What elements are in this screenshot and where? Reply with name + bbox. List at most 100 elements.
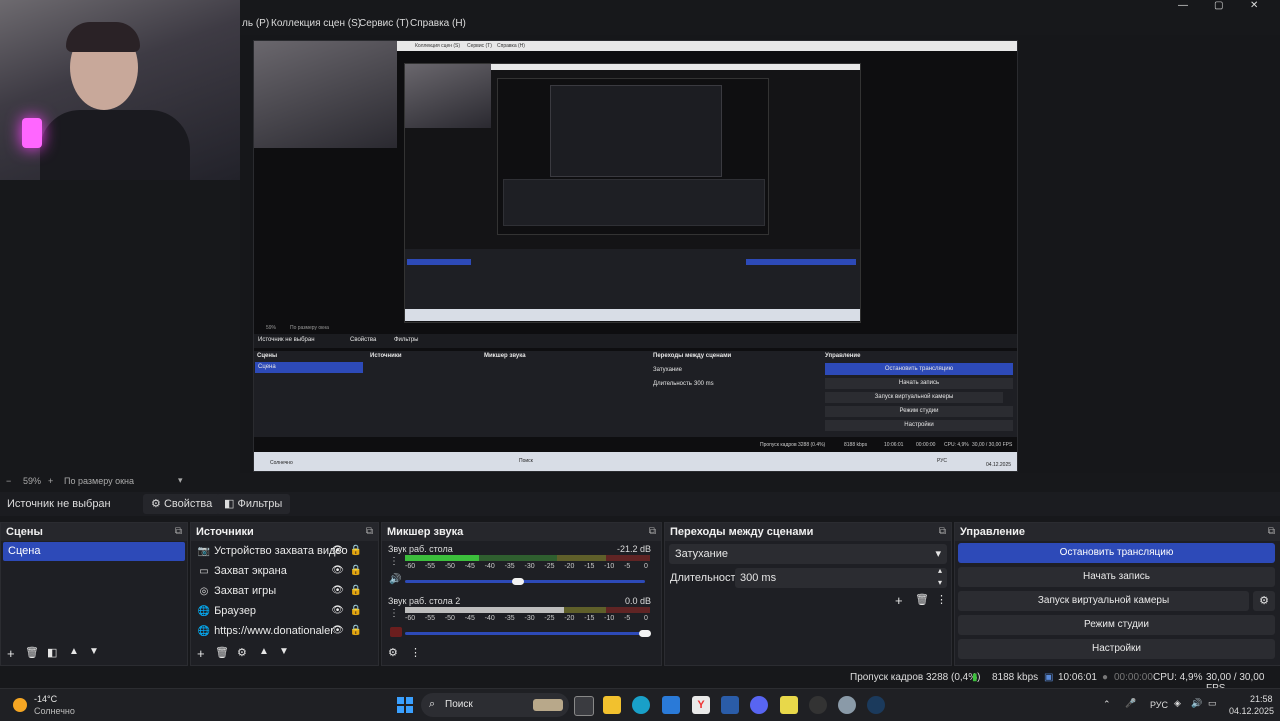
close-button[interactable]: ✕ [1250, 0, 1258, 11]
nested-fade: Затухание [653, 367, 682, 373]
dock-pin-icon[interactable]: ⧉ [1268, 523, 1275, 541]
clock-date[interactable]: 04.12.2025 [1229, 706, 1274, 716]
menu-partial[interactable]: ль (Р) [242, 18, 269, 29]
lock-icon[interactable]: 🔒 [350, 561, 362, 581]
recursive-webcam [405, 64, 491, 128]
filters-button[interactable]: ◧ Фильтры [216, 494, 291, 514]
kebab-menu-icon[interactable]: ⋮ [389, 556, 399, 567]
steam-icon[interactable] [867, 696, 885, 714]
app-icon[interactable] [721, 696, 739, 714]
menu-scene-collection[interactable]: Коллекция сцен (S) [271, 18, 361, 29]
nested-sources-title: Источники [370, 353, 402, 359]
chevron-down-icon[interactable]: ▼ [89, 646, 99, 657]
menu-help[interactable]: Справка (H) [410, 18, 466, 29]
volume-fader[interactable] [405, 632, 645, 635]
file-explorer-icon[interactable] [603, 696, 621, 714]
source-item[interactable]: ◎ Захват игры 👁 🔒 [197, 581, 366, 601]
network-icon[interactable]: ◈ [1174, 698, 1181, 709]
source-item[interactable]: 📷 Устройство захвата видео 👁 🔒 [197, 541, 366, 561]
store-icon[interactable] [662, 696, 680, 714]
volume-icon[interactable]: 🔊 [1191, 698, 1202, 709]
volume-knob[interactable] [639, 630, 651, 637]
settings-button[interactable]: Настройки [958, 639, 1275, 659]
meter-tick-label: 0 [644, 563, 648, 570]
weather-temp[interactable]: -14°C [34, 694, 57, 704]
add-scene-icon[interactable]: + [7, 646, 15, 661]
windows-start-icon[interactable] [397, 697, 413, 713]
eye-icon[interactable]: 👁 [331, 541, 344, 561]
record-time: 00:00:00 [1114, 672, 1153, 683]
muted-speaker-icon[interactable] [390, 627, 402, 637]
transition-select[interactable]: Затухание ▾ [669, 544, 947, 564]
tray-chevron-up-icon[interactable]: ⌃ [1103, 699, 1111, 710]
duration-input[interactable]: 300 ms ▴ ▾ [735, 565, 947, 589]
properties-button[interactable]: ⚙ Свойства [143, 494, 221, 514]
maximize-button[interactable]: ▢ [1214, 0, 1223, 11]
app-icon[interactable] [780, 696, 798, 714]
menu-tools[interactable]: Сервис (T) [359, 18, 409, 29]
nested-menu-help: Справка (H) [497, 43, 525, 49]
chevron-up-icon[interactable]: ▲ [259, 646, 269, 657]
trash-icon[interactable]: 🗑 [215, 646, 229, 659]
virtual-camera-button[interactable]: Запуск виртуальной камеры [958, 591, 1249, 611]
zoom-out-button[interactable]: − [6, 476, 11, 486]
scene-list-item[interactable]: Сцена [3, 542, 185, 561]
minimize-button[interactable]: — [1178, 0, 1188, 11]
clock-time[interactable]: 21:58 [1250, 694, 1273, 704]
discord-icon[interactable] [750, 696, 768, 714]
volume-fader[interactable] [405, 580, 645, 583]
task-view-icon[interactable] [574, 696, 594, 716]
add-transition-icon[interactable]: + [895, 593, 903, 608]
fit-select[interactable]: По размеру окна [64, 476, 134, 486]
obs-icon[interactable] [809, 696, 827, 714]
context-bar: Источник не выбран ⚙ Свойства ◧ Фильтры [0, 492, 1280, 516]
virtual-camera-settings-gear-icon[interactable]: ⚙ [1253, 591, 1275, 611]
lock-icon[interactable]: 🔒 [350, 621, 362, 641]
chevron-down-icon[interactable]: ▼ [279, 646, 289, 657]
filter-icon[interactable]: ◧ [47, 646, 57, 659]
eye-icon[interactable]: 👁 [331, 581, 344, 601]
edge-icon[interactable] [632, 696, 650, 714]
speaker-icon[interactable]: 🔊 [389, 574, 401, 585]
meter-tick-label: -50 [444, 563, 455, 570]
fit-chevron-icon[interactable]: ▾ [178, 475, 183, 486]
weather-label[interactable]: Солнечно [34, 706, 75, 716]
add-source-icon[interactable]: + [197, 646, 205, 661]
eye-icon[interactable]: 👁 [331, 621, 344, 641]
settings-gear-icon[interactable] [838, 696, 856, 714]
start-record-button[interactable]: Начать запись [958, 567, 1275, 587]
kebab-menu-icon[interactable]: ⋮ [936, 593, 947, 606]
lock-icon[interactable]: 🔒 [350, 581, 362, 601]
gear-icon[interactable]: ⚙ [237, 646, 247, 659]
kebab-menu-icon[interactable]: ⋮ [389, 608, 399, 619]
eye-icon[interactable]: 👁 [331, 561, 344, 581]
battery-icon[interactable]: ▭ [1208, 698, 1217, 709]
language-indicator[interactable]: РУС [1150, 700, 1168, 710]
source-item[interactable]: 🌐 https://www.donationalerts.cc👁🔒 [197, 621, 366, 641]
lock-icon[interactable]: 🔒 [350, 601, 362, 621]
dock-pin-icon[interactable]: ⧉ [649, 523, 656, 541]
dock-pin-icon[interactable]: ⧉ [366, 523, 373, 541]
yandex-browser-icon[interactable]: Y [692, 696, 710, 714]
dock-pin-icon[interactable]: ⧉ [175, 523, 182, 541]
meter-tick-label: -60 [405, 563, 416, 570]
source-item[interactable]: 🌐 Браузер 👁 🔒 [197, 601, 366, 621]
eye-icon[interactable]: 👁 [331, 601, 344, 621]
source-item[interactable]: ▭ Захват экрана 👁 🔒 [197, 561, 366, 581]
studio-mode-button[interactable]: Режим студии [958, 615, 1275, 635]
meter-tick-label: -35 [504, 615, 515, 622]
zoom-in-button[interactable]: + [48, 476, 53, 486]
lock-icon[interactable]: 🔒 [350, 541, 362, 561]
dock-pin-icon[interactable]: ⧉ [939, 523, 946, 541]
taskbar-search[interactable]: ⌕ Поиск [421, 693, 569, 717]
chevron-up-icon[interactable]: ▲ [69, 646, 79, 657]
spin-icon[interactable]: ▴ ▾ [938, 565, 942, 589]
nested-mixer-title: Микшер звука [484, 353, 526, 359]
volume-knob[interactable] [511, 578, 524, 585]
gear-icon[interactable]: ⚙ [388, 646, 398, 659]
microphone-icon[interactable]: 🎤 [1125, 698, 1136, 709]
kebab-menu-icon[interactable]: ⋮ [410, 646, 421, 659]
trash-icon[interactable]: 🗑 [25, 646, 39, 659]
stop-stream-button[interactable]: Остановить трансляцию [958, 543, 1275, 563]
trash-icon[interactable]: 🗑 [915, 593, 929, 606]
